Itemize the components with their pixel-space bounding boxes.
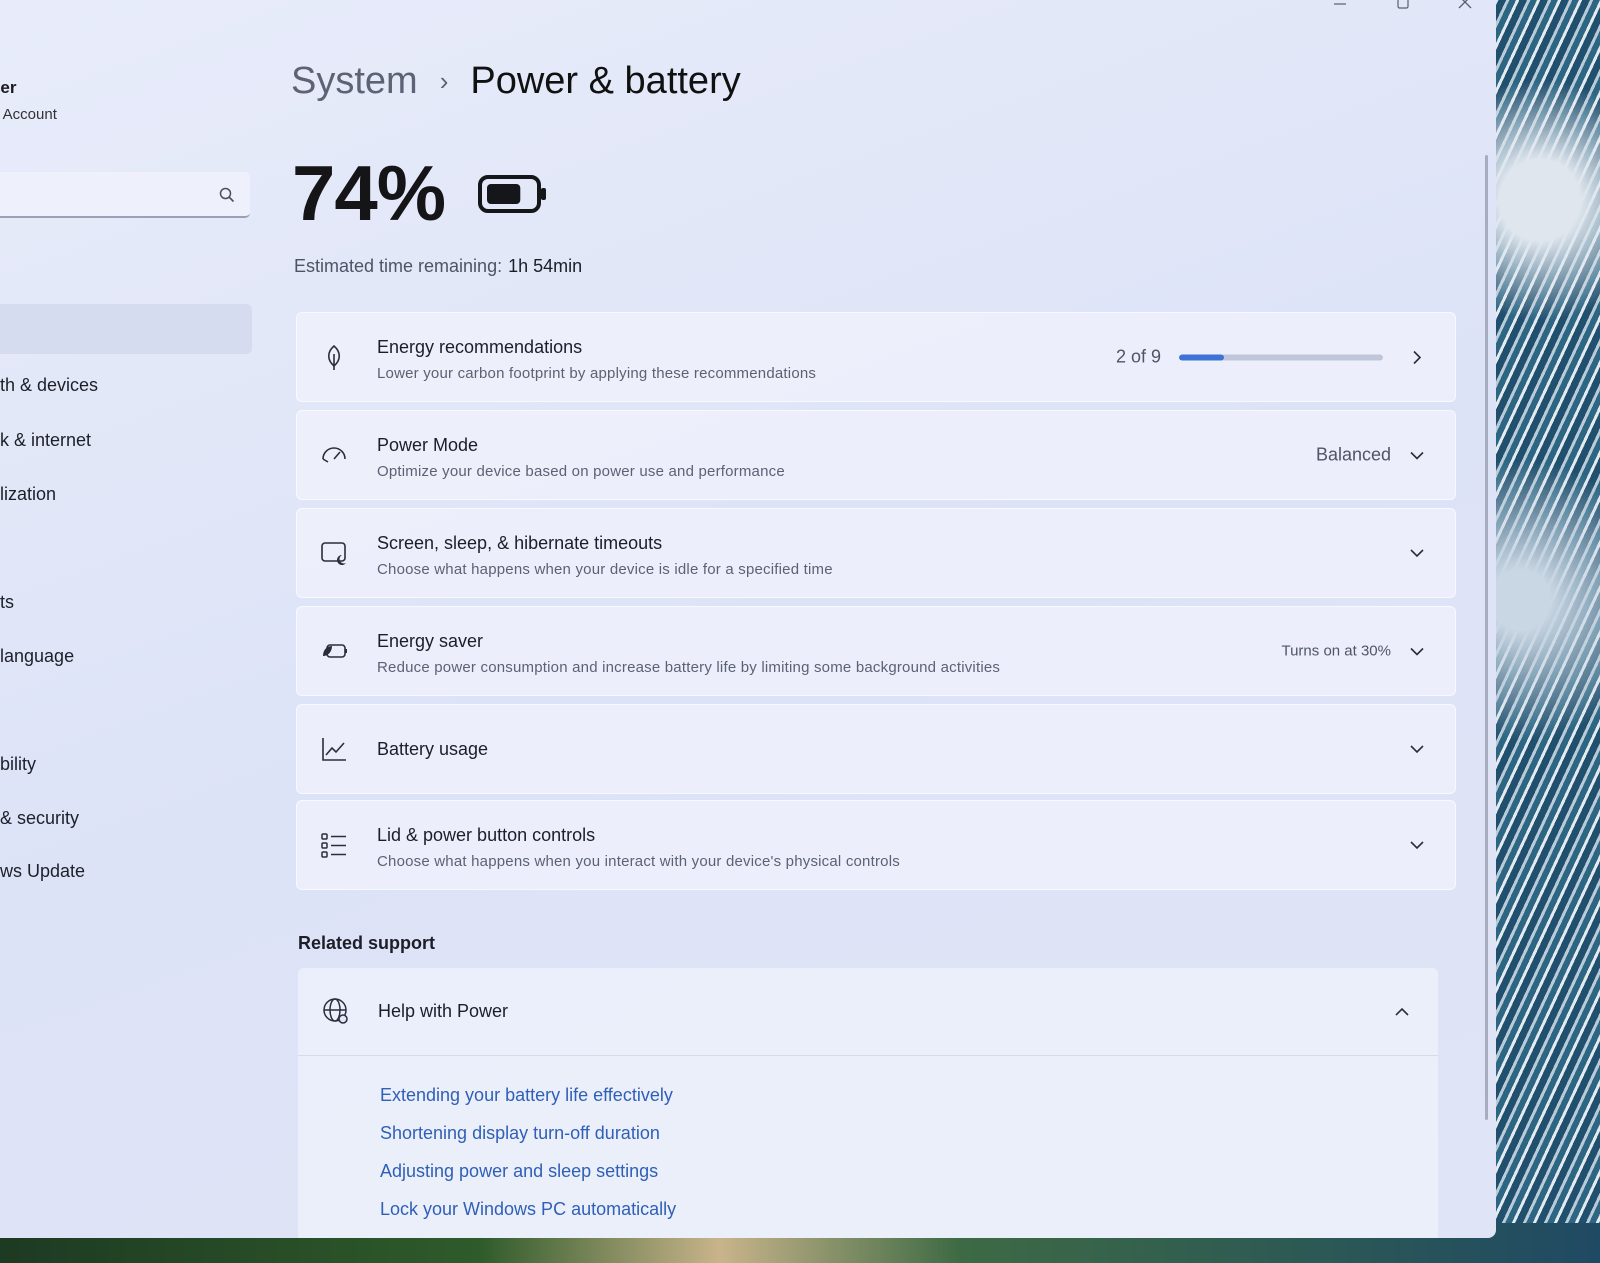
breadcrumb-separator: › — [439, 66, 449, 96]
card-description: Optimize your device based on power use … — [377, 463, 785, 480]
breadcrumb-system-link[interactable]: System — [291, 60, 418, 103]
recommendations-progress-bar — [1179, 354, 1383, 360]
sidebar-item-privacy-security[interactable]: & security — [0, 808, 79, 829]
help-link[interactable]: Lock your Windows PC automatically — [380, 1199, 676, 1220]
globe-icon — [323, 998, 348, 1024]
breadcrumb: System › Power & battery — [291, 60, 741, 103]
page-title: Power & battery — [470, 60, 741, 102]
sidebar-item-accessibility[interactable]: bility — [0, 754, 36, 775]
chevron-down-icon[interactable] — [1409, 643, 1425, 659]
line-chart-icon — [322, 738, 346, 761]
close-icon[interactable] — [1450, 0, 1480, 20]
search-icon[interactable] — [218, 186, 236, 204]
related-support-heading: Related support — [298, 933, 436, 953]
help-link[interactable]: Adjusting power and sleep settings — [380, 1161, 658, 1182]
card-title: Lid & power button controls — [377, 825, 596, 845]
search-input[interactable] — [0, 172, 250, 218]
estimated-time-value: 1h 54min — [508, 256, 583, 276]
sidebar-item-bluetooth-devices[interactable]: th & devices — [0, 375, 98, 396]
energy-recommendations-card[interactable]: Energy recommendations Lower your carbon… — [296, 312, 1456, 402]
battery-usage-card[interactable]: Battery usage — [296, 704, 1456, 794]
estimated-time-label: Estimated time remaining: — [294, 256, 503, 276]
estimated-time-remaining: Estimated time remaining: 1h 54min — [294, 256, 582, 277]
chevron-down-icon[interactable] — [1409, 837, 1425, 853]
card-title: Screen, sleep, & hibernate timeouts — [377, 533, 663, 553]
scrollbar[interactable] — [1485, 155, 1488, 1120]
list-settings-icon — [321, 833, 346, 858]
card-title: Energy saver — [377, 631, 484, 651]
sidebar-item-accounts[interactable]: ts — [0, 592, 14, 613]
chevron-down-icon[interactable] — [1409, 545, 1425, 561]
sidebar: ner l Account th & devices k & internet … — [0, 0, 270, 1238]
sidebar-item-windows-update[interactable]: ws Update — [0, 861, 85, 882]
settings-window: ner l Account th & devices k & internet … — [0, 0, 1496, 1238]
power-mode-dropdown-value[interactable]: Balanced — [1316, 445, 1391, 466]
sidebar-item-personalization[interactable]: lization — [0, 484, 56, 505]
chevron-up-icon[interactable] — [1394, 1004, 1410, 1020]
help-link[interactable]: Shortening display turn-off duration — [380, 1123, 660, 1144]
card-description: Choose what happens when your device is … — [377, 561, 833, 578]
chevron-down-icon[interactable] — [1409, 741, 1425, 757]
battery-percentage: 74% — [292, 149, 446, 237]
card-title: Energy recommendations — [377, 337, 583, 357]
user-account-type: l Account — [0, 106, 57, 123]
recommendations-count: 2 of 9 — [1115, 346, 1161, 367]
recommendations-progress-fill — [1179, 354, 1224, 360]
gauge-icon — [322, 447, 346, 463]
leaf-icon — [327, 344, 341, 370]
sidebar-item-time-language[interactable]: language — [0, 646, 74, 667]
chevron-right-icon[interactable] — [1409, 349, 1425, 365]
energy-saver-icon — [323, 644, 347, 658]
card-description: Reduce power consumption and increase ba… — [377, 659, 1001, 676]
user-name: ner — [0, 78, 17, 97]
energy-saver-card[interactable]: Energy saver Reduce power consumption an… — [296, 606, 1456, 696]
battery-icon — [478, 174, 548, 221]
help-with-power-header[interactable]: Help with Power — [298, 968, 1438, 1056]
screen-sleep-timeouts-card[interactable]: Screen, sleep, & hibernate timeouts Choo… — [296, 508, 1456, 598]
help-with-power-title: Help with Power — [378, 1001, 509, 1021]
power-mode-card[interactable]: Power Mode Optimize your device based on… — [296, 410, 1456, 500]
maximize-icon[interactable] — [1388, 0, 1418, 20]
lid-power-button-card[interactable]: Lid & power button controls Choose what … — [296, 800, 1456, 890]
card-description: Lower your carbon footprint by applying … — [377, 365, 817, 382]
help-with-power-card: Help with Power Extending your battery l… — [298, 968, 1438, 1238]
help-link[interactable]: Extending your battery life effectively — [380, 1085, 673, 1106]
sidebar-item-network-internet[interactable]: k & internet — [0, 430, 91, 451]
minimize-icon[interactable] — [1325, 0, 1355, 20]
card-title: Power Mode — [377, 435, 479, 455]
chevron-down-icon[interactable] — [1409, 447, 1425, 463]
screen-moon-icon — [321, 542, 346, 565]
energy-saver-threshold: Turns on at 30% — [1281, 642, 1391, 660]
card-description: Choose what happens when you interact wi… — [377, 853, 900, 870]
sidebar-item-system-selected[interactable] — [0, 304, 252, 354]
card-title: Battery usage — [377, 739, 489, 759]
